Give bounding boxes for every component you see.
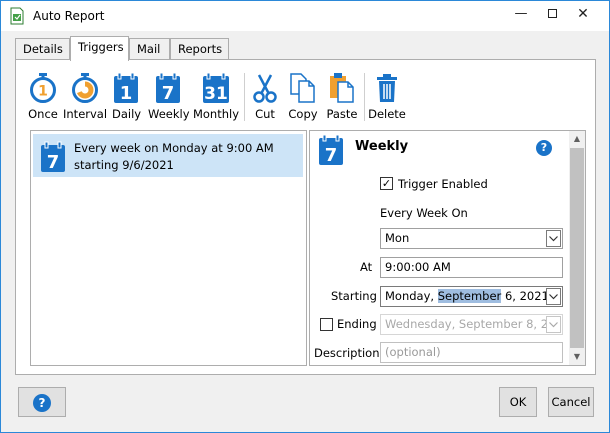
starting-label: Starting [331,289,377,303]
svg-text:1: 1 [120,83,133,104]
trigger-list[interactable]: 7 Every week on Monday at 9:00 AM starti… [30,130,307,366]
triggers-panel: 1 Once Interval 1 Daily 7 Weekly 31 Mont… [15,59,596,375]
weekly-label: Weekly [148,107,190,121]
svg-text:31: 31 [204,84,228,104]
scissors-icon [253,74,277,103]
day-select[interactable]: Mon [380,228,563,249]
starting-date-selected: September [437,289,502,303]
description-label: Description [314,346,380,360]
once-label: Once [28,107,58,121]
trigger-enabled-checkbox[interactable]: ✓ [380,177,393,190]
tab-details[interactable]: Details [15,38,70,60]
paste-label: Paste [326,107,358,121]
svg-text:7: 7 [47,152,60,173]
dialog-window: Auto Report — ✕ Details Triggers Mail Re… [0,0,610,433]
monthly-label: Monthly [192,107,240,121]
ending-checkbox[interactable] [320,318,333,331]
starting-date-picker[interactable]: Monday, September 6, 2021 [380,286,563,307]
day-value: Mon [385,231,410,245]
tab-reports[interactable]: Reports [170,38,229,60]
calendar-daily-icon: 1 [114,72,138,104]
copy-label: Copy [288,107,318,121]
cut-button[interactable]: Cut [250,71,280,121]
interval-button[interactable]: Interval [63,71,107,121]
title-bar: Auto Report — ✕ [1,1,609,31]
trigger-enabled-label: Trigger Enabled [398,177,488,191]
chevron-down-icon[interactable] [546,230,561,247]
svg-text:1: 1 [38,84,48,100]
copy-icon [290,73,315,103]
list-item[interactable]: 7 Every week on Monday at 9:00 AM starti… [33,134,303,177]
tab-mail[interactable]: Mail [129,38,170,60]
weekly-button[interactable]: 7 Weekly [148,71,190,121]
scroll-up-icon[interactable]: ▲ [569,131,585,147]
tab-triggers[interactable]: Triggers [70,36,129,61]
scroll-thumb[interactable] [570,148,584,348]
stopwatch-interval-icon [72,73,98,103]
help-button[interactable]: ? [18,387,66,417]
app-icon [10,7,24,25]
trigger-detail-panel: 7 Weekly ? ✓ Trigger Enabled Every Week … [309,130,586,366]
ending-date-picker[interactable]: Wednesday, September 8, 20 [380,314,563,335]
once-button[interactable]: 1 Once [28,71,58,121]
scroll-down-icon[interactable]: ▼ [569,349,585,365]
toolbar-separator [364,73,365,121]
at-label: At [360,260,373,274]
stopwatch-once-icon: 1 [30,73,56,103]
svg-text:7: 7 [325,145,338,166]
interval-label: Interval [63,107,108,121]
daily-button[interactable]: 1 Daily [112,71,142,121]
paste-button[interactable]: Paste [324,71,360,121]
trash-icon [377,74,397,102]
detail-scrollbar[interactable]: ▲ ▼ [569,131,585,365]
description-input[interactable]: (optional) [380,342,563,363]
calendar-monthly-icon: 31 [203,72,229,104]
copy-button[interactable]: Copy [285,71,321,121]
calendar-weekly-icon: 7 [156,72,180,104]
help-icon: ? [33,394,51,412]
chevron-down-icon[interactable] [546,288,561,305]
ending-label: Ending [337,317,377,331]
cancel-button[interactable]: Cancel [548,387,594,417]
help-icon[interactable]: ? [536,140,552,156]
window-title: Auto Report [33,9,105,23]
delete-button[interactable]: Delete [368,71,406,121]
toolbar-separator [244,73,245,121]
maximize-button[interactable] [537,1,567,29]
daily-label: Daily [112,107,142,121]
delete-label: Delete [368,107,406,121]
toolbar: 1 Once Interval 1 Daily 7 Weekly 31 Mont… [28,71,590,127]
close-button[interactable]: ✕ [568,1,598,29]
svg-text:7: 7 [162,83,175,104]
time-input[interactable]: 9:00:00 AM [380,257,563,278]
time-value: 9:00:00 AM [385,260,451,274]
trigger-line2: starting 9/6/2021 [74,158,174,172]
starting-date-pre: Monday, [385,289,438,303]
trigger-line1: Every week on Monday at 9:00 AM [74,141,274,155]
detail-title: Weekly [355,139,409,154]
ending-date-value: Wednesday, September 8, 20 [385,317,556,331]
calendar-weekly-icon: 7 [41,141,65,173]
chevron-down-icon [546,316,561,333]
calendar-weekly-icon: 7 [319,134,343,166]
description-placeholder: (optional) [385,345,441,359]
every-week-on-label: Every Week On [380,206,468,220]
cut-label: Cut [255,107,275,121]
minimize-button[interactable]: — [506,1,536,29]
ok-button[interactable]: OK [499,387,537,417]
paste-icon [330,73,354,103]
trigger-description: Every week on Monday at 9:00 AM starting… [74,140,274,174]
monthly-button[interactable]: 31 Monthly [192,71,240,121]
starting-date-post: 6, 2021 [501,289,549,303]
